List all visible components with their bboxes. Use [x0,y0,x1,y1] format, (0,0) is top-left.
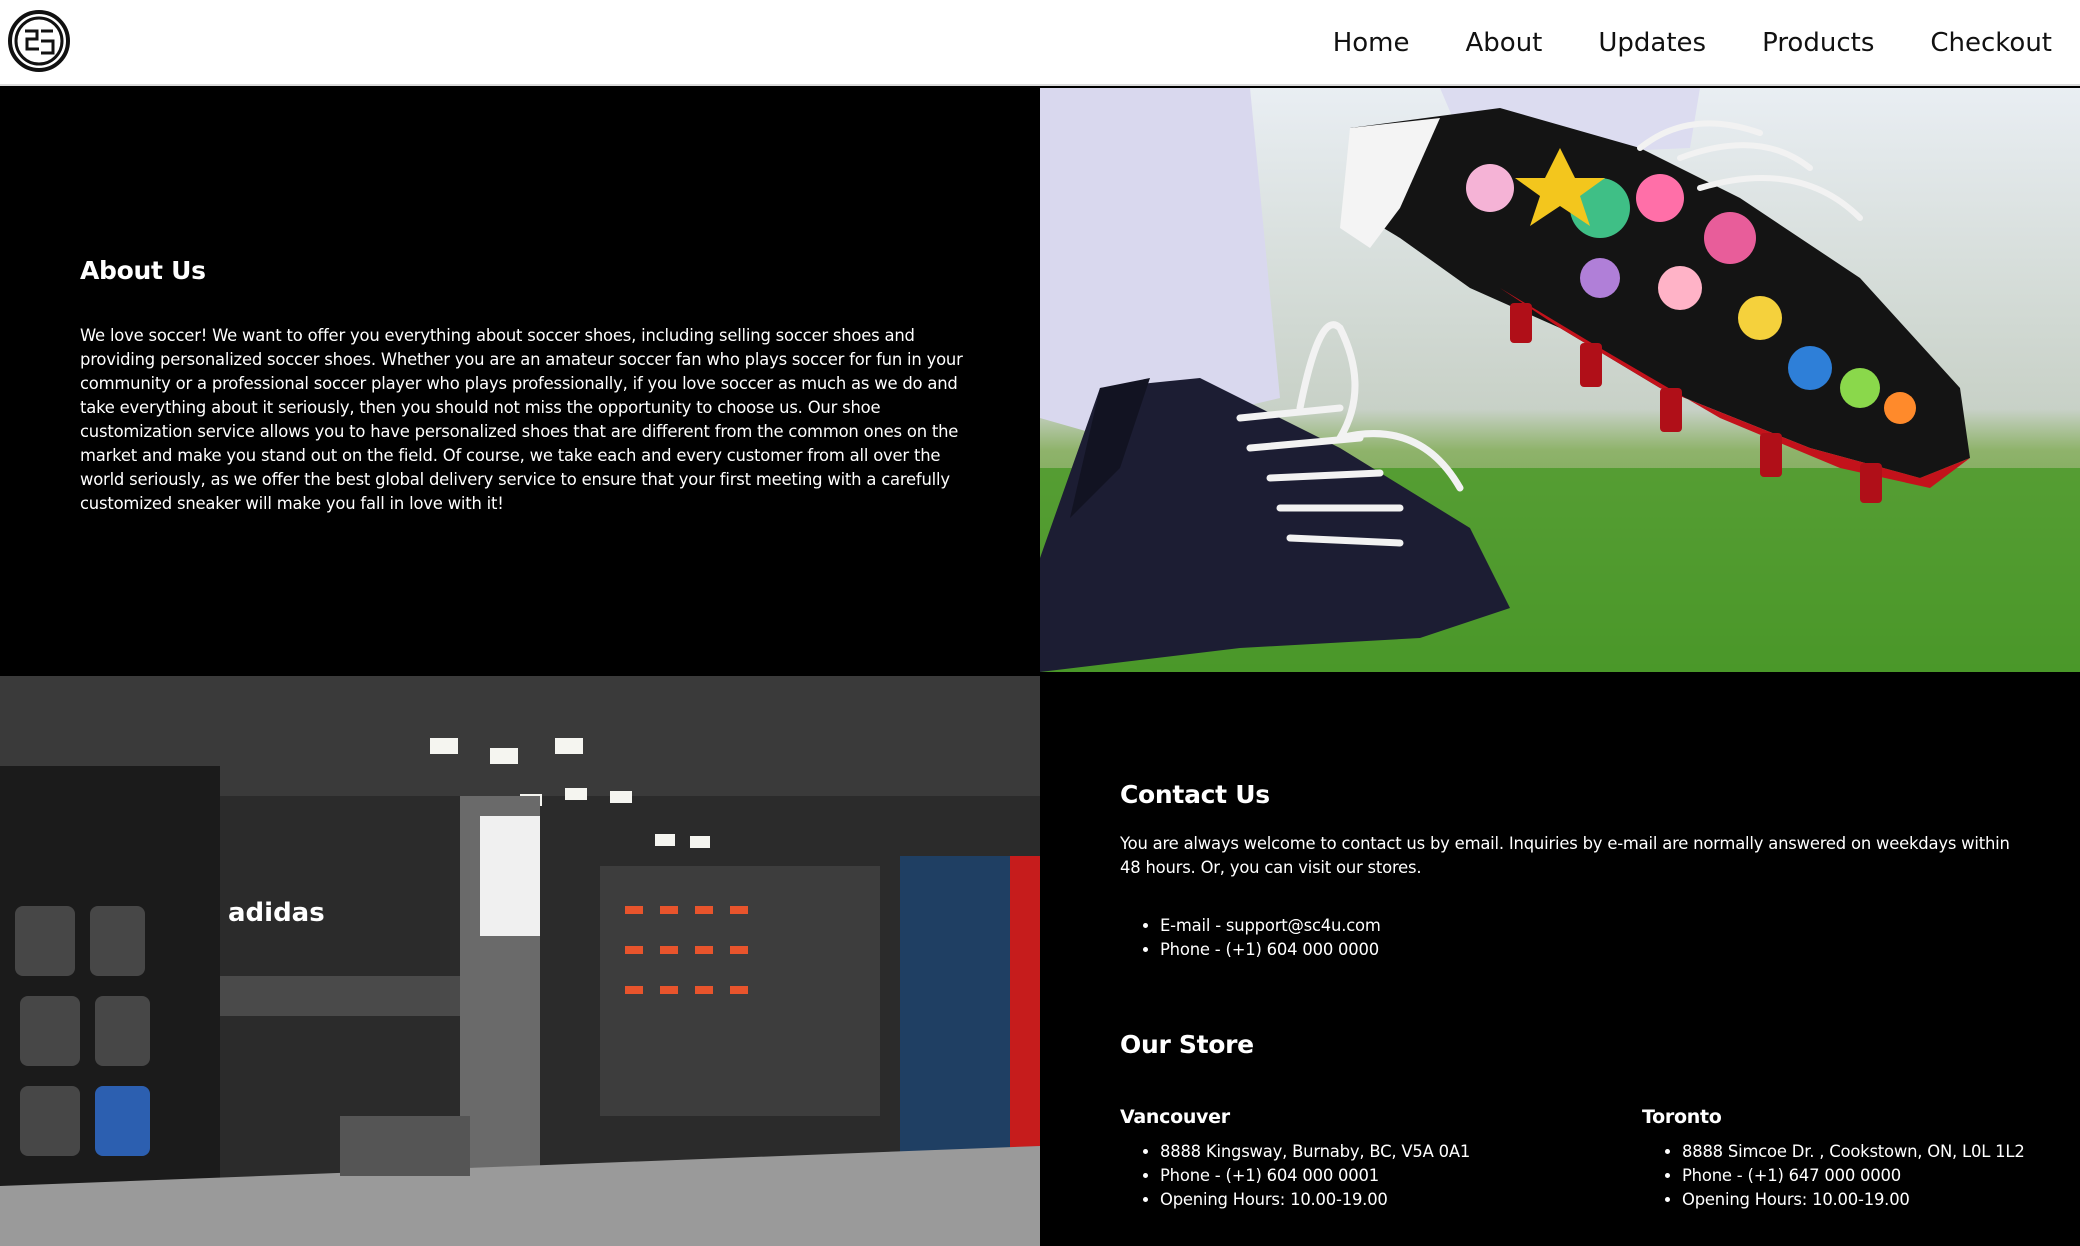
contact-intro: You are always welcome to contact us by … [1120,834,2010,877]
store-address: 8888 Simcoe Dr. , Cookstown, ON, L0L 1L2 [1682,1140,2025,1164]
store-phone[interactable]: Phone - (+1) 604 000 0001 [1160,1164,1470,1188]
nav-about[interactable]: About [1466,24,1543,62]
nav-home[interactable]: Home [1333,24,1410,62]
contact-title: Contact Us [1120,780,1270,809]
nav-updates[interactable]: Updates [1598,24,1706,62]
main-nav: Home About Updates Products Checkout [1333,24,2052,62]
contact-section: Contact Us You are always welcome to con… [1040,672,2080,1246]
about-body: We love soccer! We want to offer you eve… [80,326,963,513]
store-interior-image: adidas [0,676,1040,1246]
about-title: About Us [80,256,206,285]
contact-list: E-mail - support@sc4u.com Phone - (+1) 6… [1120,914,1381,962]
store-city-name: Vancouver [1120,1106,1230,1128]
contact-phone[interactable]: Phone - (+1) 604 000 0000 [1160,938,1381,962]
custom-boot-image [1040,88,2080,672]
top-navbar: Home About Updates Products Checkout [0,0,2080,86]
store-sign-text: adidas [228,898,325,928]
store-address: 8888 Kingsway, Burnaby, BC, V5A 0A1 [1160,1140,1470,1164]
store-hours: Opening Hours: 10.00-19.00 [1160,1188,1470,1212]
store-toronto: Toronto 8888 Simcoe Dr. , Cookstown, ON,… [1642,1106,2025,1212]
nav-products[interactable]: Products [1762,24,1874,62]
store-details: 8888 Kingsway, Burnaby, BC, V5A 0A1 Phon… [1120,1140,1470,1212]
contact-email[interactable]: E-mail - support@sc4u.com [1160,914,1381,938]
about-section: About Us We love soccer! We want to offe… [0,88,1040,676]
store-hours: Opening Hours: 10.00-19.00 [1682,1188,2025,1212]
store-phone[interactable]: Phone - (+1) 647 000 0000 [1682,1164,2025,1188]
sc4u-logo[interactable] [7,9,71,73]
nav-checkout[interactable]: Checkout [1930,24,2052,62]
store-title: Our Store [1120,1030,1254,1059]
store-details: 8888 Simcoe Dr. , Cookstown, ON, L0L 1L2… [1642,1140,2025,1212]
store-city-name: Toronto [1642,1106,1722,1128]
store-vancouver: Vancouver 8888 Kingsway, Burnaby, BC, V5… [1120,1106,1470,1212]
